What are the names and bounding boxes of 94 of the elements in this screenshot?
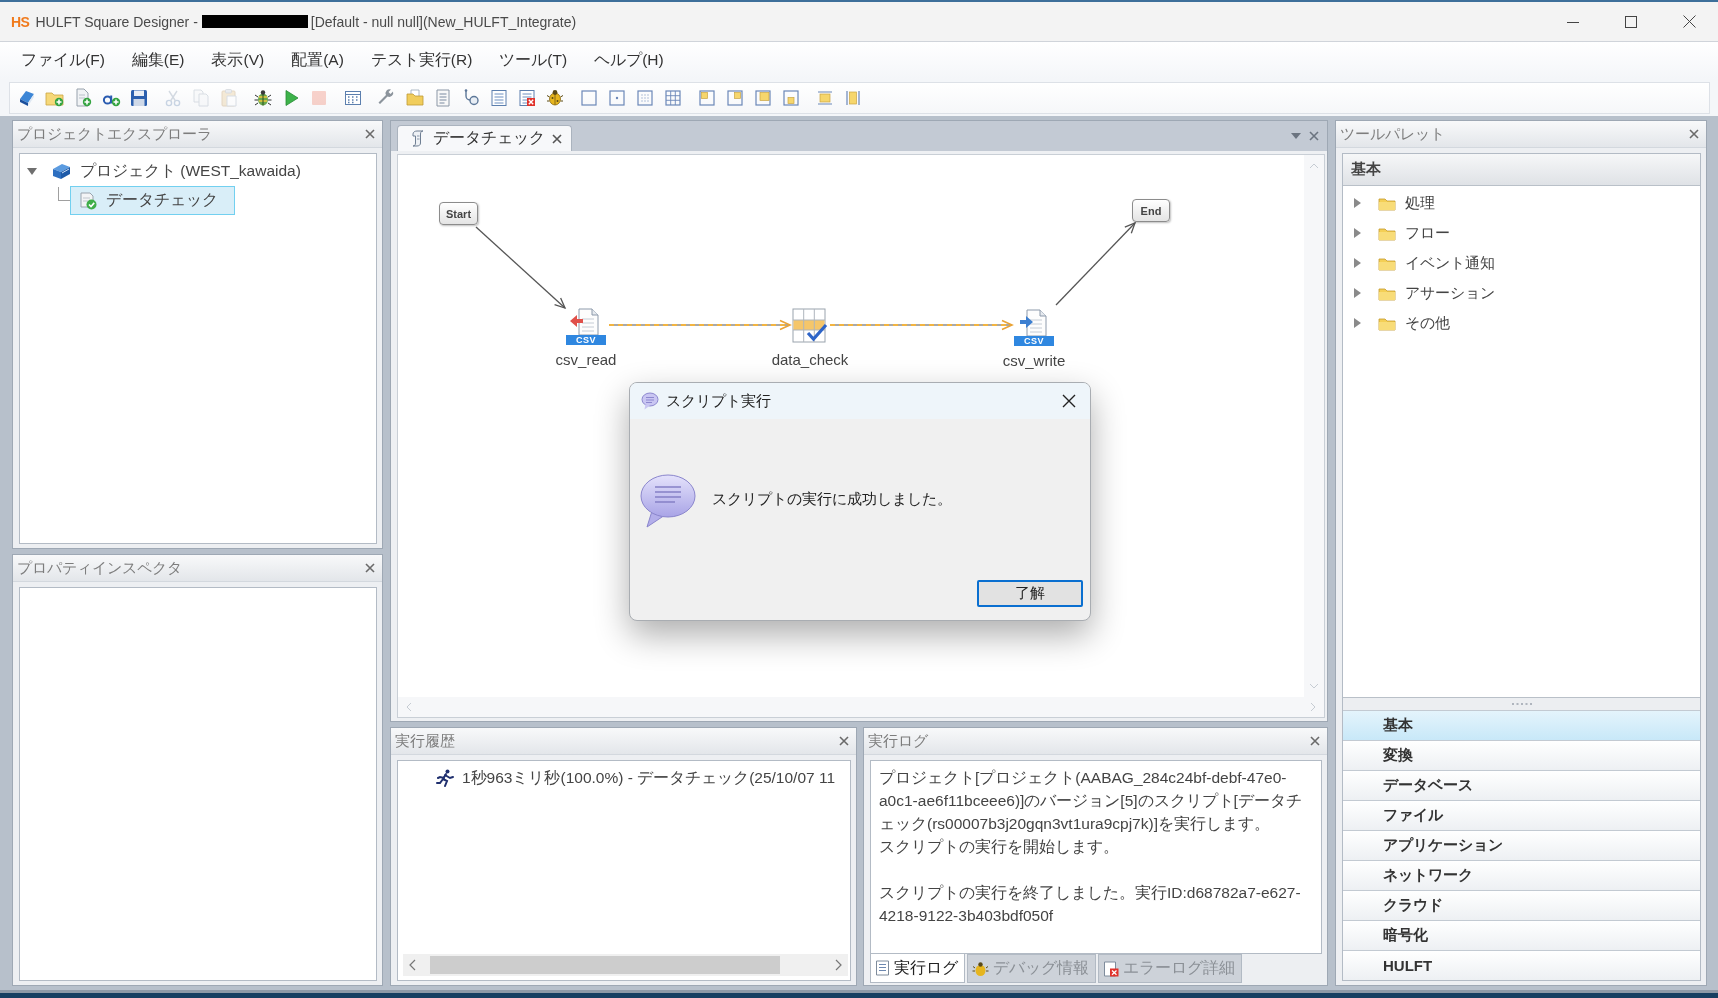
- scrollbar-thumb[interactable]: [430, 956, 780, 974]
- caret-right-icon[interactable]: [1354, 288, 1361, 298]
- align-right-icon[interactable]: [725, 88, 745, 108]
- folder-icon: [1378, 255, 1396, 271]
- palette-category[interactable]: 変換: [1343, 740, 1700, 770]
- palette-category[interactable]: アプリケーション: [1343, 830, 1700, 860]
- caret-right-icon[interactable]: [1354, 258, 1361, 268]
- tree-item[interactable]: フロー: [1405, 223, 1450, 243]
- tree-item[interactable]: プロジェクト (WEST_kawaida): [45, 157, 318, 186]
- tree-item[interactable]: 処理: [1405, 193, 1435, 213]
- square-icon[interactable]: [579, 88, 599, 108]
- close-icon[interactable]: [1682, 15, 1696, 28]
- close-icon[interactable]: [1062, 394, 1076, 408]
- node-label: csv_read: [555, 351, 617, 368]
- history-entry[interactable]: 1秒963ミリ秒(100.0%) - データチェック(25/10/07 11: [398, 763, 850, 793]
- window-title: [Default - null null](New_HULFT_Integrate): [310, 13, 577, 30]
- document-plus-icon[interactable]: [73, 88, 93, 108]
- panel-title: 実行ログ: [868, 731, 928, 751]
- tree-item[interactable]: その他: [1405, 313, 1450, 333]
- runner-icon: [436, 769, 454, 787]
- book-icon[interactable]: [17, 88, 37, 108]
- panel-title: ツールパレット: [1340, 124, 1445, 144]
- file-type-label: CSV: [566, 335, 606, 345]
- folder-document-icon[interactable]: [405, 88, 425, 108]
- log-line: スクリプトの実行を開始します。: [879, 837, 1120, 857]
- calendar-icon[interactable]: [343, 88, 363, 108]
- caret-right-icon[interactable]: [1354, 198, 1361, 208]
- log-line: プロジェクト[プロジェクト(AABAG_284c24bf-debf-47e0-a0c1-ae6f11bceee6)]のバージョン[5]のスクリプト[データチェック(rs00007b3j20gqn3vt1ura9cpj7k)]を実行します。: [879, 768, 1303, 834]
- document-check-icon: [79, 191, 97, 210]
- dotted-square-icon[interactable]: [635, 88, 655, 108]
- palette-category[interactable]: ファイル: [1343, 800, 1700, 830]
- dropdown-icon[interactable]: [1291, 133, 1301, 139]
- panel-title: プロジェクトエクスプローラ: [17, 124, 212, 144]
- palette-category[interactable]: 暗号化: [1343, 920, 1700, 950]
- list-delete-icon[interactable]: [517, 88, 537, 108]
- document-error-icon: [1103, 960, 1119, 977]
- align-left-icon[interactable]: [697, 88, 717, 108]
- document-lines-icon[interactable]: [433, 88, 453, 108]
- menu-item[interactable]: テスト実行(R): [358, 46, 485, 75]
- dialog-message: スクリプトの実行に成功しました。: [712, 490, 952, 509]
- palette-category[interactable]: 基本: [1343, 710, 1700, 740]
- caret-right-icon[interactable]: [1354, 228, 1361, 238]
- ok-button[interactable]: 了解: [977, 580, 1083, 607]
- tree-item[interactable]: データチェック: [70, 186, 235, 215]
- bug-icon: [972, 960, 989, 977]
- beetle-icon[interactable]: [253, 88, 273, 108]
- fit-width-icon[interactable]: [815, 88, 835, 108]
- caret-right-icon[interactable]: [1354, 318, 1361, 328]
- folder-icon: [1378, 285, 1396, 301]
- folder-icon: [1378, 195, 1396, 211]
- bug-icon[interactable]: [545, 88, 565, 108]
- document-lines-icon: [875, 960, 890, 976]
- terminal-node: Start: [439, 202, 479, 225]
- dialog-title: スクリプト実行: [666, 391, 771, 411]
- menu-item[interactable]: 配置(A): [279, 46, 356, 75]
- menu-item[interactable]: ヘルプ(H): [582, 46, 676, 75]
- close-icon[interactable]: [552, 133, 562, 144]
- book-icon: [52, 163, 71, 180]
- grid-icon[interactable]: [663, 88, 683, 108]
- menu-item[interactable]: 表示(V): [199, 46, 277, 75]
- palette-category[interactable]: ネットワーク: [1343, 860, 1700, 890]
- align-top-icon[interactable]: [753, 88, 773, 108]
- log-line: スクリプトの実行を終了しました。実行ID:d68782a7-e627-4218-9122-3b403bdf050f: [879, 883, 1302, 926]
- scroll-right-icon[interactable]: [835, 959, 842, 971]
- table-check-icon: [792, 308, 828, 345]
- fit-height-icon[interactable]: [843, 88, 863, 108]
- window-title: HULFT Square Designer -: [35, 13, 198, 30]
- menu-item[interactable]: ツール(T): [487, 46, 580, 75]
- list-icon[interactable]: [489, 88, 509, 108]
- palette-category[interactable]: データベース: [1343, 770, 1700, 800]
- file-type-label: CSV: [1014, 336, 1054, 346]
- align-bottom-icon[interactable]: [781, 88, 801, 108]
- app-logo: HS: [11, 13, 30, 30]
- palette-category[interactable]: クラウド: [1343, 890, 1700, 920]
- editor-tab[interactable]: データチェック: [397, 125, 572, 151]
- section-header: 基本: [1343, 154, 1700, 186]
- terminal-node: End: [1132, 199, 1170, 222]
- caret-down-icon[interactable]: [27, 167, 37, 176]
- maximize-icon[interactable]: [1625, 15, 1637, 28]
- menu-item[interactable]: ファイル(F): [9, 46, 117, 75]
- palette-category[interactable]: HULFT: [1343, 950, 1700, 980]
- log-tab[interactable]: 実行ログ: [870, 954, 965, 983]
- panel-title: プロパティインスペクタ: [17, 558, 182, 578]
- node-label: csv_write: [1002, 352, 1066, 369]
- folder-icon: [1378, 315, 1396, 331]
- tree-item[interactable]: イベント通知: [1405, 253, 1495, 273]
- scroll-left-icon[interactable]: [409, 959, 416, 971]
- tree-item[interactable]: アサーション: [1405, 283, 1495, 303]
- node-label: data_check: [771, 351, 849, 368]
- panel-title: 実行履歴: [395, 731, 455, 751]
- speech-bubble-icon: [641, 392, 659, 410]
- scroll-icon: [410, 130, 426, 147]
- menu-item[interactable]: 編集(E): [119, 46, 197, 75]
- folder-icon: [1378, 225, 1396, 241]
